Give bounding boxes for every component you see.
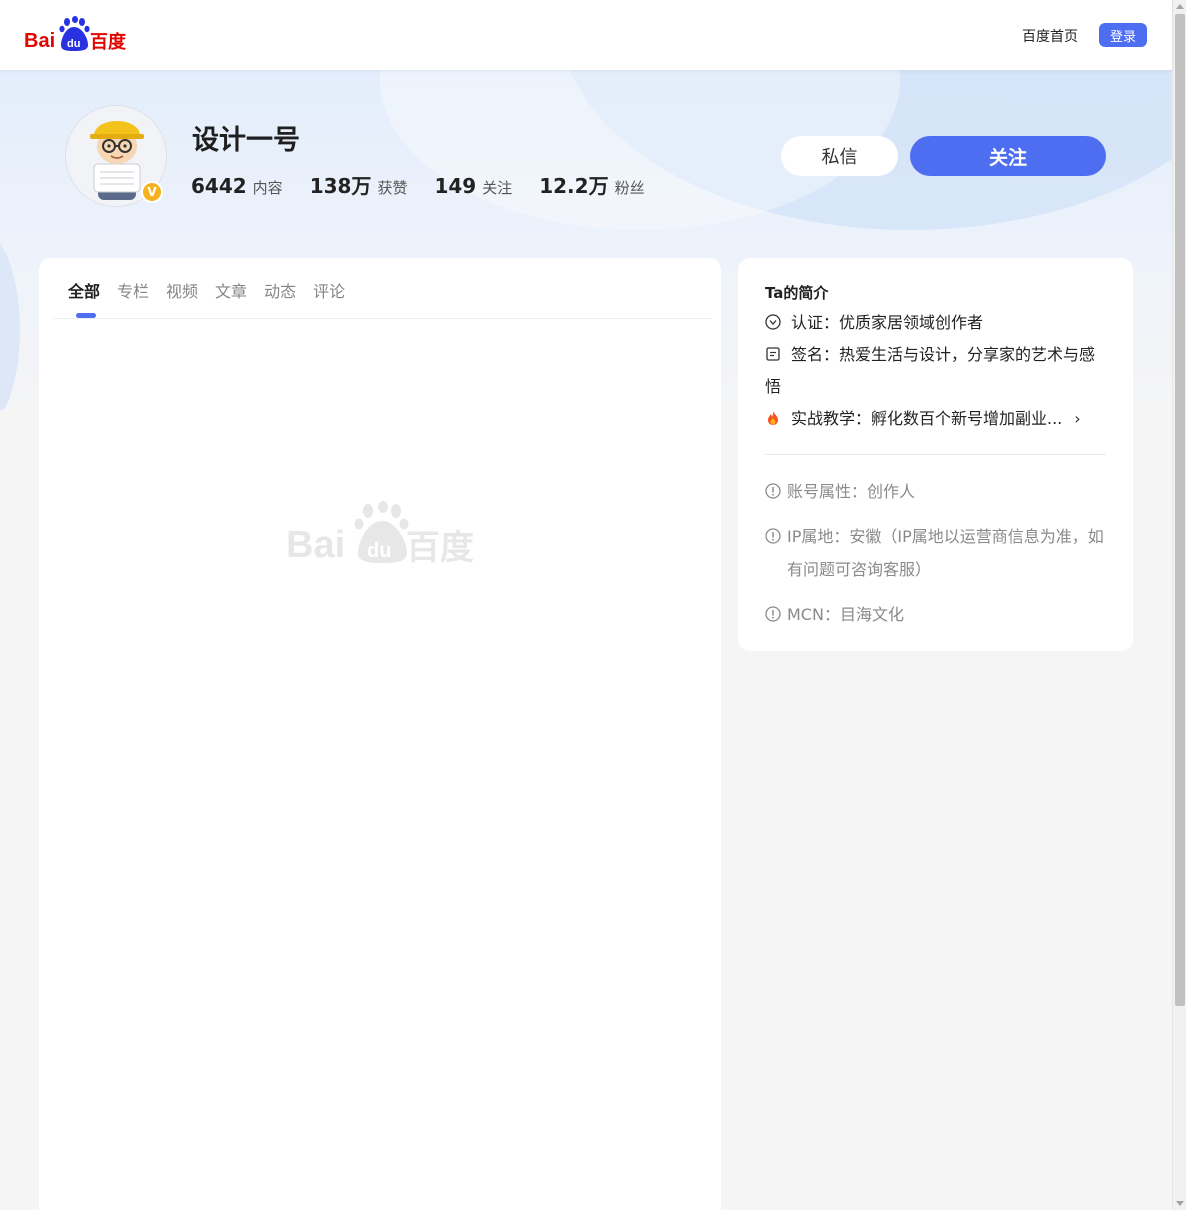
- stat-number: 138万: [309, 174, 372, 198]
- stat-label: 内容: [252, 179, 283, 197]
- tab-dynamic[interactable]: 动态: [264, 278, 296, 302]
- certification-value: 优质家居领域创作者: [839, 313, 984, 332]
- chevron-right-icon: ›: [1074, 409, 1081, 428]
- tab-article[interactable]: 文章: [215, 278, 247, 302]
- signature-label: 签名：: [791, 345, 840, 364]
- certification-row: 认证：优质家居领域创作者: [765, 307, 1105, 339]
- stat-label: 获赞: [377, 179, 408, 197]
- info-circle-icon: [765, 483, 781, 499]
- svg-text:du: du: [367, 540, 391, 562]
- content-feed-card: 全部 专栏 视频 文章 动态 评论 Bai du 百度: [39, 258, 721, 1210]
- top-header: Bai du 百度 百度首页 登录: [0, 0, 1172, 70]
- tab-comment[interactable]: 评论: [313, 278, 345, 302]
- tab-all[interactable]: 全部: [68, 278, 100, 302]
- mcn-row: MCN：目海文化: [765, 598, 1110, 631]
- profile-stats: 6442 内容 138万 获赞 149 关注 12.2万 粉丝: [191, 170, 672, 199]
- ip-location-row: IP属地：安徽（IP属地以运营商信息为准，如有问题可咨询客服）: [765, 520, 1110, 586]
- account-type-value: 创作人: [867, 482, 916, 501]
- stat-number: 6442: [191, 174, 247, 198]
- stat-content[interactable]: 6442 内容: [191, 174, 283, 198]
- stat-followers[interactable]: 12.2万 粉丝: [539, 170, 644, 199]
- tab-video[interactable]: 视频: [166, 278, 198, 302]
- scroll-up-arrow-icon[interactable]: [1176, 4, 1184, 9]
- tab-divider: [53, 318, 711, 319]
- svg-text:Bai: Bai: [286, 524, 345, 563]
- follow-button[interactable]: 关注: [910, 136, 1106, 176]
- svg-text:Bai: Bai: [24, 30, 55, 52]
- stat-label: 关注: [482, 179, 513, 197]
- login-button[interactable]: 登录: [1099, 23, 1147, 47]
- verified-badge-icon: V: [141, 181, 163, 203]
- baidu-watermark-logo: Bai du 百度: [286, 501, 474, 563]
- stat-label: 粉丝: [614, 179, 645, 197]
- scroll-down-arrow-icon[interactable]: [1176, 1201, 1184, 1206]
- check-circle-icon: [765, 314, 781, 330]
- about-title: Ta的简介: [765, 284, 829, 302]
- stat-following[interactable]: 149 关注: [434, 174, 512, 198]
- tab-column[interactable]: 专栏: [117, 278, 149, 302]
- baidu-logo[interactable]: Bai du 百度: [24, 16, 128, 54]
- content-tabs: 全部 专栏 视频 文章 动态 评论: [68, 278, 362, 302]
- private-message-button[interactable]: 私信: [781, 136, 898, 176]
- stat-likes: 138万 获赞: [310, 170, 408, 199]
- page-scrollbar[interactable]: [1172, 0, 1186, 1210]
- svg-text:百度: 百度: [90, 31, 127, 53]
- promo-link[interactable]: 实战教学：孵化数百个新号增加副业... ›: [765, 403, 1105, 435]
- about-card: Ta的简介 认证：优质家居领域创作者 签名：热爱生活与设计，分享家的艺术与感悟 …: [738, 258, 1133, 651]
- scrollbar-thumb[interactable]: [1175, 14, 1185, 1006]
- about-divider: [765, 454, 1106, 455]
- fire-icon: [768, 411, 778, 425]
- stat-number: 149: [434, 174, 477, 198]
- svg-text:du: du: [67, 38, 80, 50]
- signature-row: 签名：热爱生活与设计，分享家的艺术与感悟: [765, 339, 1105, 403]
- ip-label: IP属地：: [787, 527, 850, 546]
- mcn-value: 目海文化: [839, 605, 904, 624]
- profile-name: 设计一号: [192, 125, 300, 156]
- info-circle-icon: [765, 528, 781, 544]
- info-circle-icon: [765, 606, 781, 622]
- document-icon: [766, 347, 780, 361]
- account-type-label: 账号属性：: [787, 482, 868, 501]
- account-type-row: 账号属性：创作人: [765, 475, 1110, 508]
- svg-text:百度: 百度: [406, 528, 474, 563]
- mcn-label: MCN：: [787, 605, 840, 624]
- certification-label: 认证：: [791, 313, 840, 332]
- stat-number: 12.2万: [539, 174, 609, 198]
- baidu-home-link[interactable]: 百度首页: [1022, 26, 1078, 46]
- promo-text: 实战教学：孵化数百个新号增加副业...: [791, 409, 1063, 428]
